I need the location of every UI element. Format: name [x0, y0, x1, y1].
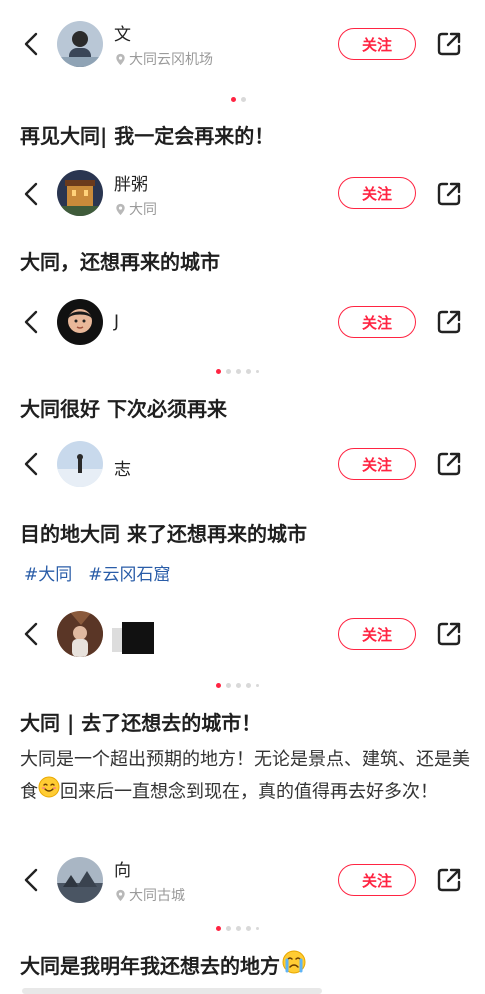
post-header: J 关注	[0, 292, 485, 352]
carousel-dot	[226, 926, 231, 931]
location-pin-icon	[116, 53, 125, 65]
carousel-dot	[236, 369, 241, 374]
follow-button[interactable]: 关注	[338, 448, 416, 480]
post-header: 文 大同云冈机场 关注	[0, 14, 485, 74]
share-icon[interactable]	[434, 29, 464, 59]
post-body-text: 回来后一直想念到现在，真的值得再去好多次！	[60, 781, 438, 803]
crying-emoji	[282, 950, 306, 979]
carousel-dot	[241, 97, 246, 102]
post-title-text: 大同是我明年我还想去的地方	[20, 954, 280, 978]
hashtag-link[interactable]: #大同	[24, 560, 72, 585]
post-header: 关注	[0, 604, 485, 664]
carousel-dot	[246, 926, 251, 931]
share-icon[interactable]	[434, 619, 464, 649]
hashtag-list: #大同 #云冈石窟	[24, 560, 171, 585]
carousel-dot	[236, 926, 241, 931]
carousel-indicator	[216, 926, 259, 931]
truncated-body-preview	[22, 988, 322, 994]
carousel-indicator	[216, 369, 259, 374]
post-title[interactable]: 大同很好 下次必须再来	[20, 393, 227, 422]
follow-button[interactable]: 关注	[338, 306, 416, 338]
carousel-dot	[256, 927, 259, 930]
carousel-indicator	[231, 97, 246, 102]
carousel-dot	[256, 370, 259, 373]
back-icon[interactable]	[18, 620, 46, 648]
post-title[interactable]: 大同，还想再来的城市	[20, 246, 220, 275]
carousel-dot	[216, 683, 221, 688]
post-title[interactable]: 大同是我明年我还想去的地方	[20, 950, 306, 979]
location-text: 大同云冈机场	[129, 52, 213, 68]
avatar[interactable]	[57, 170, 103, 216]
post-title[interactable]: 再见大同| 我一定会再来的！	[20, 120, 274, 149]
carousel-dot	[246, 369, 251, 374]
share-icon[interactable]	[434, 449, 464, 479]
location-pin-icon	[116, 889, 125, 901]
back-icon[interactable]	[18, 308, 46, 336]
carousel-dot	[246, 683, 251, 688]
carousel-dot	[256, 684, 259, 687]
back-icon[interactable]	[18, 866, 46, 894]
avatar[interactable]	[57, 299, 103, 345]
username[interactable]: J	[114, 312, 119, 332]
post-title[interactable]: 大同 | 去了还想去的城市！	[20, 707, 261, 736]
carousel-indicator	[216, 683, 259, 688]
carousel-dot	[226, 369, 231, 374]
redacted-username	[122, 622, 154, 654]
carousel-dot	[236, 683, 241, 688]
share-icon[interactable]	[434, 307, 464, 337]
location-label: 大同	[114, 199, 157, 219]
carousel-dot	[216, 369, 221, 374]
avatar[interactable]	[57, 857, 103, 903]
location-pin-icon	[116, 203, 125, 215]
back-icon[interactable]	[18, 450, 46, 478]
location-label: 大同古城	[114, 885, 185, 905]
follow-button[interactable]: 关注	[338, 177, 416, 209]
username[interactable]: 胖粥	[114, 170, 148, 195]
redacted-username	[112, 628, 122, 652]
carousel-dot	[216, 926, 221, 931]
follow-button[interactable]: 关注	[338, 864, 416, 896]
location-text: 大同古城	[129, 888, 185, 904]
follow-button[interactable]: 关注	[338, 618, 416, 650]
location-text: 大同	[129, 202, 157, 218]
post-body[interactable]: 大同是一个超出预期的地方！无论是景点、建筑、还是美食 回来后一直想念到现在，真的值…	[20, 744, 470, 809]
blush-emoji	[38, 776, 60, 809]
avatar[interactable]	[57, 21, 103, 67]
username[interactable]: 向	[114, 856, 131, 881]
hashtag-link[interactable]: #云冈石窟	[88, 560, 170, 585]
location-label: 大同云冈机场	[114, 49, 213, 69]
follow-button[interactable]: 关注	[338, 28, 416, 60]
post-header: 胖粥 大同 关注	[0, 164, 485, 224]
back-icon[interactable]	[18, 180, 46, 208]
post-header: 志 关注	[0, 434, 485, 494]
username[interactable]: 文	[114, 20, 131, 45]
post-title[interactable]: 目的地大同 来了还想再来的城市	[20, 518, 307, 547]
share-icon[interactable]	[434, 865, 464, 895]
carousel-dot	[231, 97, 236, 102]
carousel-dot	[226, 683, 231, 688]
share-icon[interactable]	[434, 179, 464, 209]
avatar[interactable]	[57, 611, 103, 657]
username[interactable]: 志	[114, 455, 131, 480]
post-header: 向 大同古城 关注	[0, 850, 485, 910]
avatar[interactable]	[57, 441, 103, 487]
back-icon[interactable]	[18, 30, 46, 58]
